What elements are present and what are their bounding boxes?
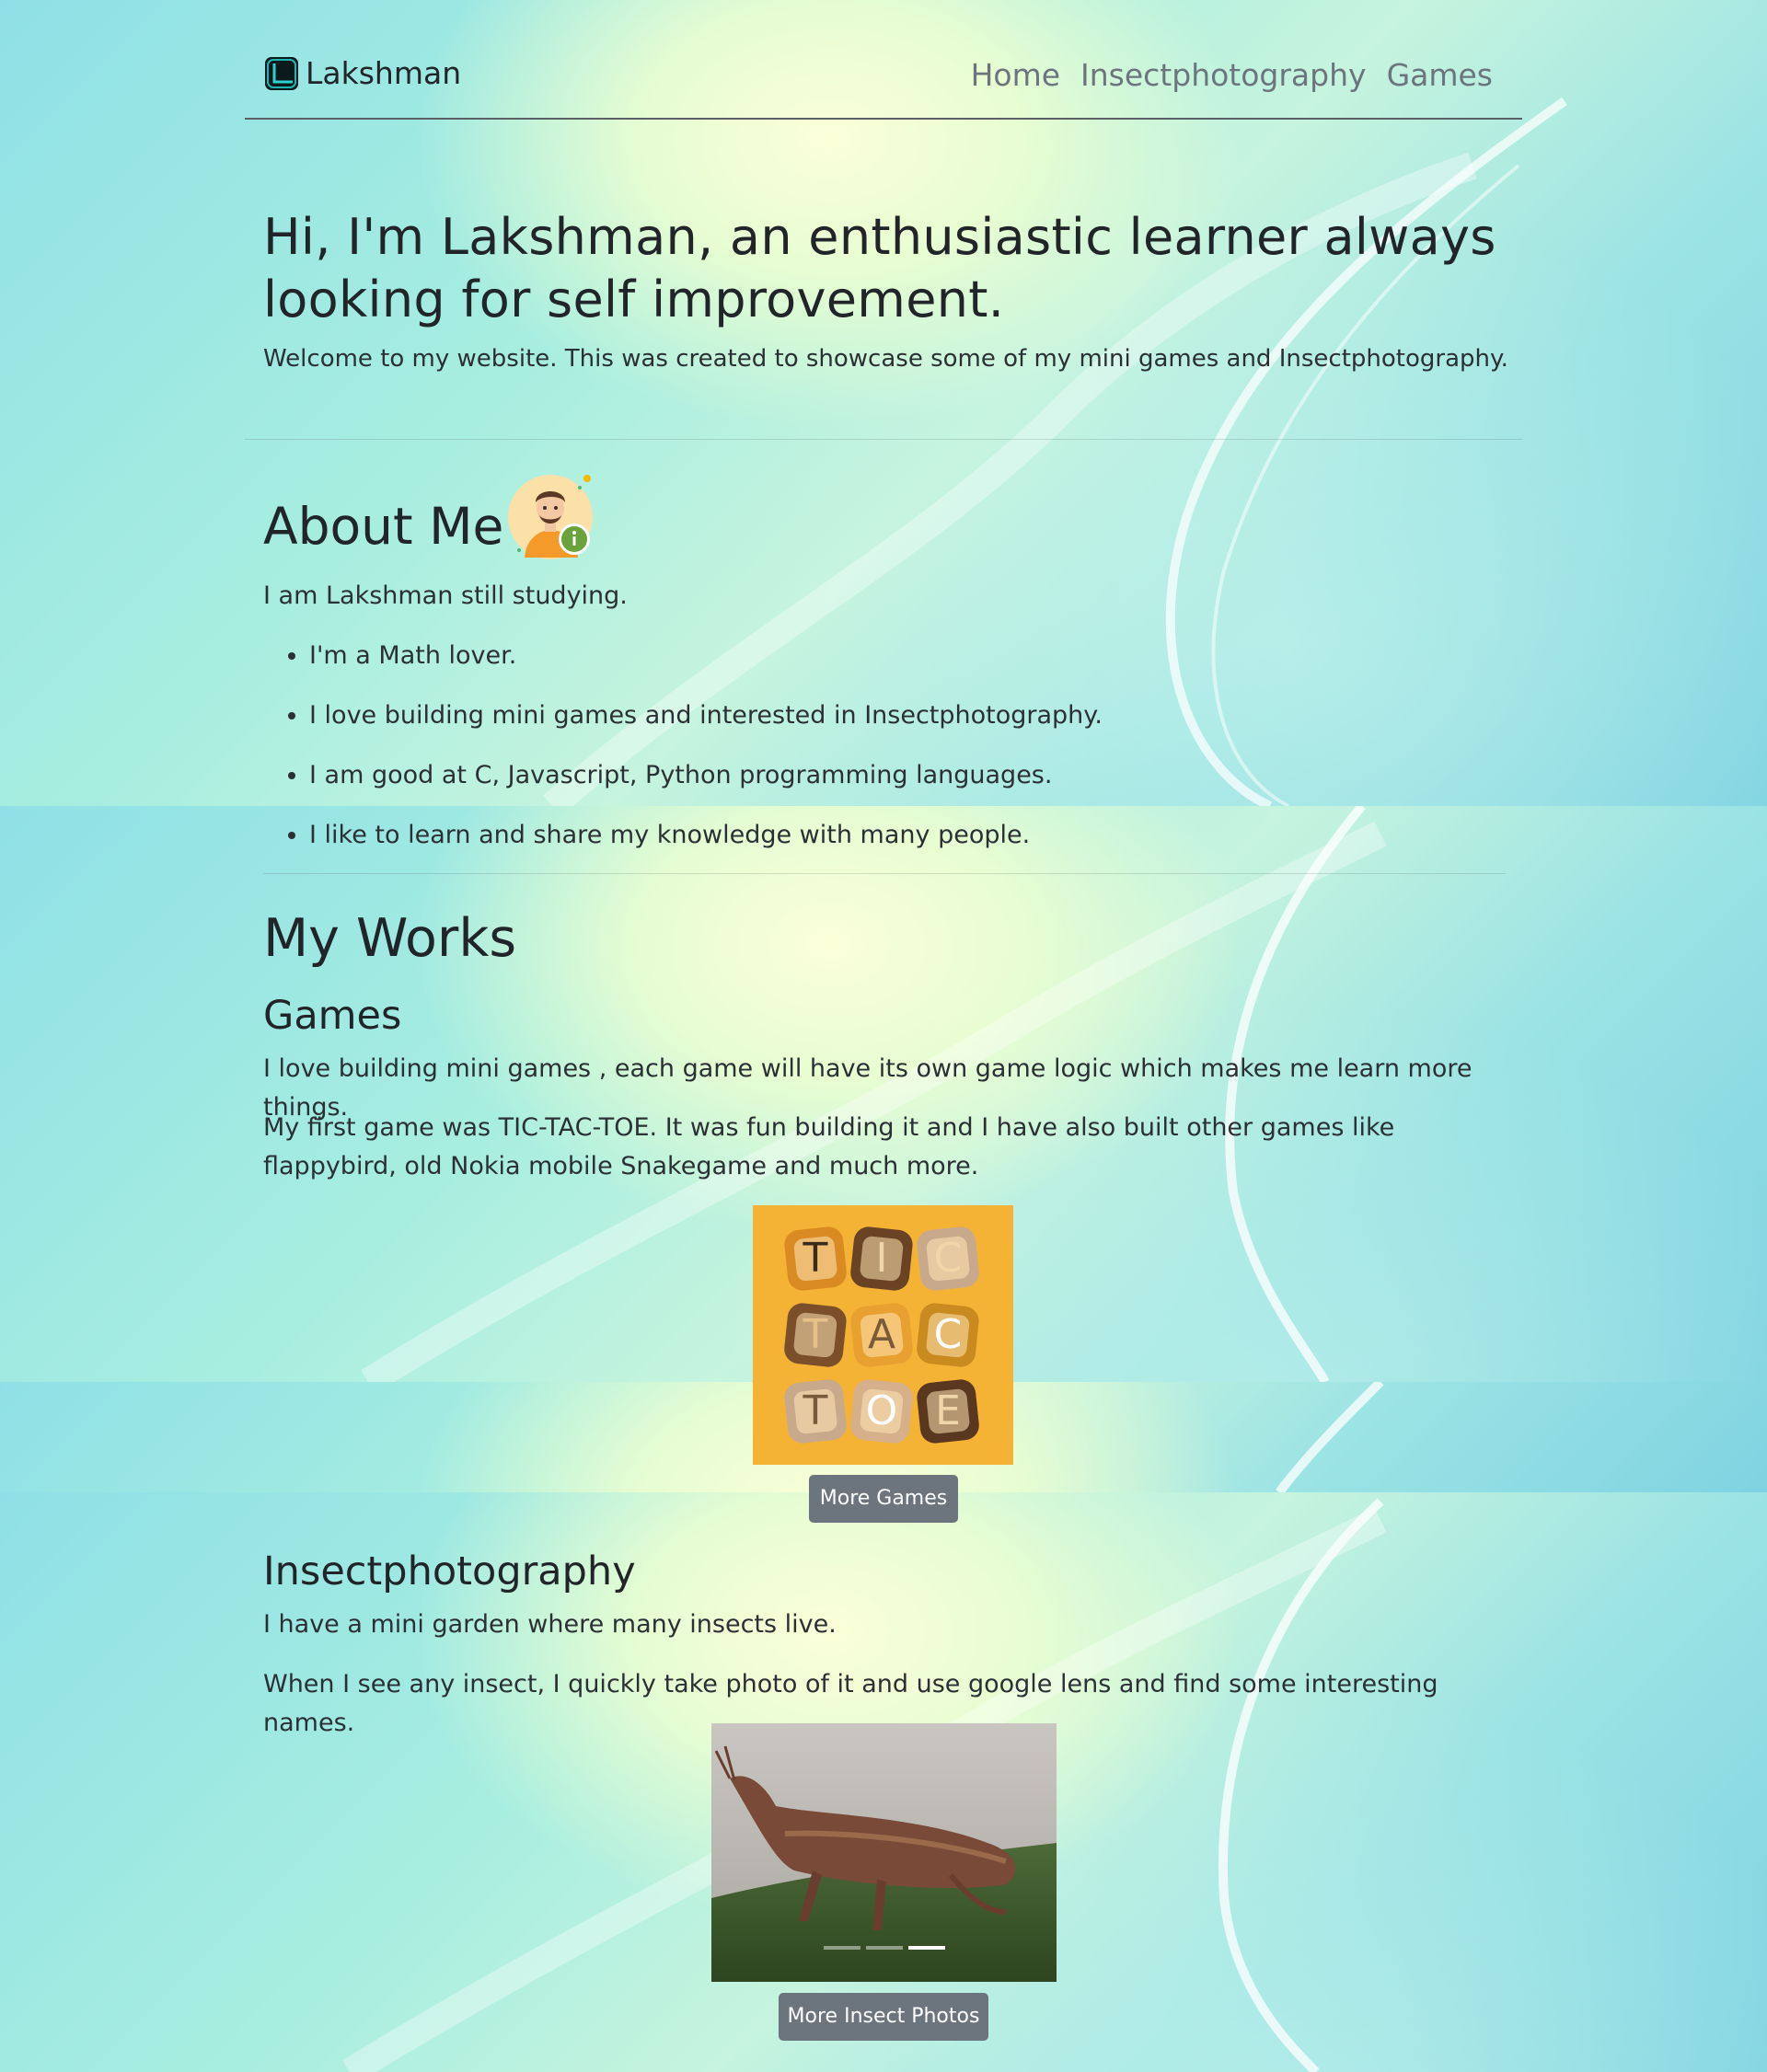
carousel-indicators (824, 1946, 945, 1950)
list-item: I love building mini games and intereste… (309, 695, 1103, 754)
list-item: I am good at C, Javascript, Python progr… (309, 754, 1103, 814)
games-title: Games (263, 993, 402, 1039)
insect-paragraph: I have a mini garden where many insects … (263, 1610, 837, 1639)
tile-letter: T (803, 1311, 828, 1358)
grasshopper-photo (711, 1723, 1057, 1982)
about-intro: I am Lakshman still studying. (263, 581, 628, 610)
list-item: I like to learn and share my knowledge w… (309, 814, 1103, 874)
tile-letter: C (934, 1235, 963, 1282)
list-item: I'm a Math lover. (309, 635, 1103, 695)
tile-letter: C (934, 1311, 963, 1358)
works-title: My Works (263, 908, 517, 969)
insect-photo-carousel[interactable] (711, 1723, 1057, 1982)
avatar-icon (508, 475, 593, 559)
carousel-indicator[interactable] (866, 1946, 903, 1950)
nav-link-games[interactable]: Games (1387, 57, 1493, 93)
tile-letter: T (803, 1235, 828, 1282)
tile-letter: I (876, 1235, 888, 1282)
insectphotography-title: Insectphotography (263, 1548, 636, 1594)
tile-letter: A (868, 1311, 895, 1358)
section-divider (245, 439, 1522, 440)
hero-title: Hi, I'm Lakshman, an enthusiastic learne… (263, 208, 1496, 328)
tic-tac-toe-image: T I CT A CT O E (753, 1205, 1013, 1465)
hero-lead: Welcome to my website. This was created … (263, 345, 1508, 373)
section-divider (263, 873, 1506, 874)
navbar: Lakshman Home Insectphotography Games (245, 0, 1522, 120)
tile-letter: O (866, 1387, 898, 1434)
more-insect-photos-button[interactable]: More Insect Photos (779, 1993, 988, 2041)
page-container: Lakshman Home Insectphotography Games Hi… (245, 0, 1522, 2072)
about-title: About Me (263, 497, 504, 556)
nav-link-insectphotography[interactable]: Insectphotography (1080, 57, 1367, 93)
brand-name: Lakshman (306, 55, 462, 91)
nav-link-home[interactable]: Home (971, 57, 1060, 93)
brand-logo-icon (265, 56, 298, 90)
tile-letter: T (803, 1387, 828, 1434)
carousel-indicator[interactable] (824, 1946, 860, 1950)
about-list: I'm a Math lover. I love building mini g… (263, 635, 1103, 874)
brand-link[interactable]: Lakshman (265, 55, 461, 91)
tile-letter: E (935, 1387, 961, 1434)
nav-links: Home Insectphotography Games (971, 57, 1493, 93)
games-paragraph: My first game was TIC-TAC-TOE. It was fu… (263, 1113, 1395, 1180)
carousel-indicator[interactable] (908, 1946, 945, 1950)
more-games-button[interactable]: More Games (809, 1475, 958, 1523)
